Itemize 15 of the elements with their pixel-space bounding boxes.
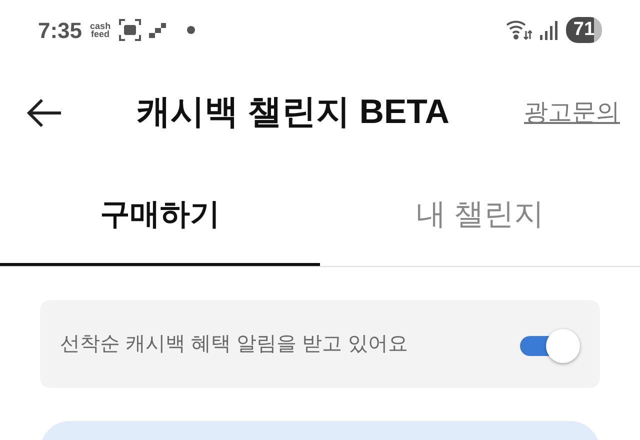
- ad-inquiry-link[interactable]: 광고문의: [524, 94, 620, 130]
- signal-icon: [540, 20, 558, 40]
- steps-icon: [148, 21, 167, 39]
- app-logo: cash feed: [90, 22, 111, 38]
- back-button[interactable]: [26, 98, 62, 128]
- status-time: 7:35: [38, 16, 82, 44]
- screenshot-icon: [118, 19, 141, 41]
- back-arrow-icon: [26, 98, 62, 128]
- dot-icon: [186, 26, 195, 34]
- notice-text: 선착순 캐시백 혜택 알림을 받고 있어요: [60, 332, 408, 357]
- battery-indicator: 71: [566, 17, 602, 43]
- tab[interactable]: 구매하기: [0, 165, 320, 266]
- page-title: 캐시백 챌린지 BETA: [136, 92, 450, 133]
- tab[interactable]: 내 챌린지: [320, 165, 640, 266]
- wifi-icon: [506, 19, 532, 41]
